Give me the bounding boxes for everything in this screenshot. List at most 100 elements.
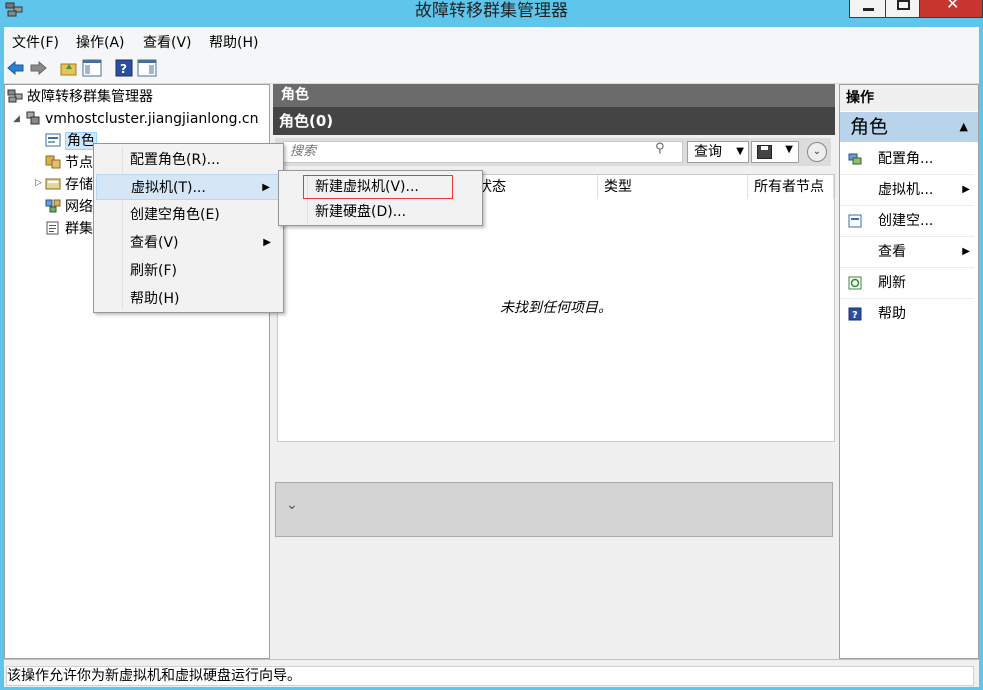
action-create-empty-role[interactable]: 创建空...: [840, 207, 974, 237]
expand-circle-icon[interactable]: ⌄: [807, 142, 827, 162]
action-virtual-machines[interactable]: 虚拟机... ▶: [840, 176, 974, 206]
action-refresh[interactable]: 刷新: [840, 269, 974, 299]
action-label: 查看: [878, 244, 906, 260]
save-query-button[interactable]: ▼: [751, 141, 799, 163]
collapse-up-icon[interactable]: ▲: [960, 112, 968, 142]
submenu-arrow-icon: ▶: [962, 246, 970, 257]
action-view[interactable]: 查看 ▶: [840, 238, 974, 268]
cluster-icon: [26, 111, 40, 125]
up-folder-icon[interactable]: [59, 58, 79, 78]
highlight-box: [303, 175, 453, 199]
save-icon: [757, 145, 772, 159]
show-hide-action-pane-icon[interactable]: [137, 58, 157, 78]
networks-icon: [45, 199, 61, 213]
context-menu: 配置角色(R)... 虚拟机(T)... ▶ 创建空角色(E) 查看(V) ▶ 刷新…: [93, 143, 284, 313]
chevron-down-icon: ▼: [736, 146, 744, 157]
svg-text:?: ?: [852, 310, 858, 321]
menu-view[interactable]: 查看(V): [143, 32, 192, 52]
actions-group-roles[interactable]: 角色 ▲: [840, 112, 978, 142]
collapse-triangle-icon[interactable]: ◢: [13, 114, 20, 124]
tree-networks-label: 网络: [65, 199, 93, 215]
chevron-down-icon[interactable]: ⌄: [286, 497, 298, 513]
back-arrow-icon[interactable]: [6, 58, 26, 78]
tree-events-label: 群集: [65, 221, 93, 237]
menu-item-help[interactable]: 帮助(H): [96, 286, 281, 312]
toolbar: ?: [4, 54, 979, 84]
submenu-arrow-icon: ▶: [962, 184, 970, 195]
tree-storage[interactable]: 存储: [45, 175, 93, 195]
roles-icon: [45, 133, 61, 147]
column-status[interactable]: 状态: [472, 175, 598, 199]
configure-role-icon: [848, 153, 862, 165]
menu-bar: 文件(F) 操作(A) 查看(V) 帮助(H): [4, 27, 979, 54]
svg-text:?: ?: [120, 62, 127, 76]
tree-cluster-label: vmhostcluster.jiangjianlong.cn: [45, 111, 259, 127]
virtual-machines-submenu: 新建虚拟机(V)... 新建硬盘(D)...: [278, 170, 483, 226]
search-icon[interactable]: ⚲: [655, 141, 665, 156]
actions-title: 操作: [840, 85, 978, 111]
empty-list-message: 未找到任何项目。: [500, 300, 612, 316]
action-help[interactable]: ? 帮助: [840, 300, 974, 330]
tree-root[interactable]: 故障转移群集管理器: [7, 87, 153, 107]
maximize-icon: [897, 0, 910, 10]
roles-count-header: 角色(0): [273, 107, 835, 135]
details-pane: ⌄: [275, 482, 833, 537]
help-icon: ?: [848, 307, 862, 321]
menu-help[interactable]: 帮助(H): [209, 32, 258, 52]
menu-item-view[interactable]: 查看(V) ▶: [96, 230, 281, 256]
status-text: 该操作允许你为新虚拟机和虚拟硬盘运行向导。: [6, 666, 974, 686]
action-label: 创建空...: [878, 213, 934, 229]
menu-item-new-hard-disk[interactable]: 新建硬盘(D)...: [281, 199, 481, 225]
status-bar: 该操作允许你为新虚拟机和虚拟硬盘运行向导。: [4, 659, 979, 687]
query-label: 查询: [694, 144, 722, 160]
tree-root-label: 故障转移群集管理器: [27, 89, 153, 105]
window-frame: 文件(F) 操作(A) 查看(V) 帮助(H) ? 故障转移群集管理器 ◢ vm…: [4, 27, 979, 687]
actions-group-label: 角色: [850, 116, 889, 138]
submenu-arrow-icon: ▶: [262, 182, 270, 193]
show-hide-tree-icon[interactable]: [82, 58, 102, 78]
tree-roles[interactable]: 角色: [45, 131, 97, 151]
chevron-down-icon: ▼: [785, 144, 793, 155]
submenu-arrow-icon: ▶: [263, 237, 271, 248]
search-bar: 搜索 ⚲ 查询 ▼ ▼ ⌄: [275, 138, 831, 166]
events-icon: [46, 221, 59, 235]
search-input[interactable]: 搜索: [283, 141, 683, 163]
tree-networks[interactable]: 网络: [45, 197, 93, 217]
action-label: 帮助: [878, 306, 906, 322]
menu-item-label: 查看(V): [130, 235, 179, 251]
actions-pane: 操作 角色 ▲ 配置角... 虚拟机... ▶ 创建空... 查看 ▶ 刷新 ? …: [839, 84, 979, 659]
tree-nodes[interactable]: 节点: [45, 153, 93, 173]
close-button[interactable]: ✕: [919, 0, 983, 18]
maximize-button[interactable]: [885, 0, 920, 18]
action-label: 虚拟机...: [878, 182, 934, 198]
tree-cluster-events[interactable]: 群集: [45, 219, 93, 239]
column-owner-node[interactable]: 所有者节点: [748, 175, 834, 199]
action-configure-role[interactable]: 配置角...: [840, 145, 974, 175]
action-label: 配置角...: [878, 151, 934, 167]
minimize-button[interactable]: [849, 0, 886, 18]
menu-item-create-empty-role[interactable]: 创建空角色(E): [96, 202, 281, 228]
action-label: 刷新: [878, 275, 906, 291]
menu-item-virtual-machines[interactable]: 虚拟机(T)... ▶: [96, 174, 281, 200]
column-type[interactable]: 类型: [598, 175, 748, 199]
window-title: 故障转移群集管理器: [415, 1, 568, 21]
close-icon: ✕: [946, 0, 960, 13]
menu-item-label: 虚拟机(T)...: [131, 180, 206, 196]
menu-file[interactable]: 文件(F): [12, 32, 59, 52]
forward-arrow-icon[interactable]: [28, 58, 48, 78]
menu-item-refresh[interactable]: 刷新(F): [96, 258, 281, 284]
expand-triangle-icon[interactable]: ▷: [35, 178, 42, 188]
storage-icon: [45, 178, 61, 190]
query-button[interactable]: 查询 ▼: [687, 141, 749, 163]
pane-header: 角色: [273, 84, 835, 107]
menu-action[interactable]: 操作(A): [76, 32, 125, 52]
minimize-icon: [863, 8, 874, 11]
menu-item-configure-role[interactable]: 配置角色(R)...: [96, 147, 281, 173]
nodes-icon: [45, 155, 61, 169]
tree-nodes-label: 节点: [65, 155, 93, 171]
tree-storage-label: 存储: [65, 177, 93, 193]
cluster-manager-icon: [7, 89, 23, 103]
refresh-icon: [848, 276, 862, 290]
help-icon[interactable]: ?: [114, 58, 134, 78]
tree-cluster[interactable]: vmhostcluster.jiangjianlong.cn: [25, 109, 259, 129]
